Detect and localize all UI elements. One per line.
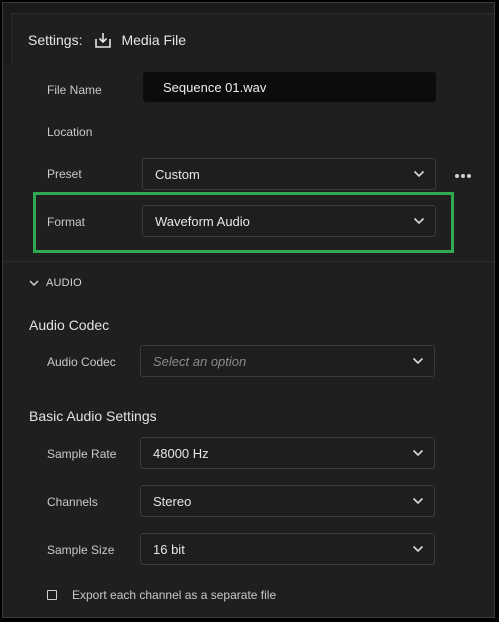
- media-file-label[interactable]: Media File: [121, 32, 186, 48]
- preset-dropdown[interactable]: Custom: [142, 158, 436, 190]
- chevron-down-icon: [413, 170, 425, 178]
- audio-section-toggle[interactable]: AUDIO: [29, 275, 82, 291]
- sample-size-value: 16 bit: [153, 541, 185, 557]
- panel-top-strip: [3, 3, 494, 14]
- section-divider: [3, 261, 494, 262]
- audio-section-label: AUDIO: [46, 277, 82, 289]
- audio-codec-placeholder: Select an option: [153, 353, 247, 369]
- audio-codec-heading: Audio Codec: [29, 317, 110, 333]
- sample-rate-dropdown[interactable]: 48000 Hz: [140, 437, 435, 469]
- file-name-value: Sequence 01.wav: [163, 79, 267, 95]
- sample-size-label: Sample Size: [47, 543, 115, 557]
- settings-label: Settings:: [28, 32, 83, 48]
- separate-file-checkbox[interactable]: [47, 590, 57, 600]
- sample-size-dropdown[interactable]: 16 bit: [140, 533, 435, 565]
- chevron-down-icon: [412, 357, 424, 365]
- preset-label: Preset: [47, 167, 82, 181]
- format-dropdown[interactable]: Waveform Audio: [142, 205, 436, 237]
- location-label: Location: [47, 125, 93, 139]
- chevron-down-icon: [412, 449, 424, 457]
- chevron-down-icon: [412, 497, 424, 505]
- chevron-down-icon: [413, 217, 425, 225]
- separate-file-option[interactable]: Export each channel as a separate file: [47, 587, 276, 603]
- channels-value: Stereo: [153, 493, 192, 509]
- more-options-icon[interactable]: [454, 173, 472, 179]
- basic-audio-settings-heading: Basic Audio Settings: [29, 408, 157, 424]
- sample-rate-label: Sample Rate: [47, 447, 117, 461]
- export-settings-panel: Settings: Media File File Name Sequence …: [2, 2, 495, 618]
- file-name-field[interactable]: Sequence 01.wav: [143, 72, 436, 102]
- download-icon[interactable]: [94, 31, 112, 49]
- settings-header: Settings: Media File: [28, 29, 186, 51]
- chevron-down-icon: [29, 279, 39, 286]
- separate-file-label: Export each channel as a separate file: [72, 588, 277, 602]
- audio-codec-dropdown[interactable]: Select an option: [140, 345, 435, 377]
- panel-left-rail: [3, 13, 12, 65]
- file-name-label: File Name: [47, 83, 102, 97]
- format-value: Waveform Audio: [155, 213, 250, 229]
- preset-value: Custom: [155, 166, 200, 182]
- audio-codec-label: Audio Codec: [47, 355, 116, 369]
- chevron-down-icon: [412, 545, 424, 553]
- channels-dropdown[interactable]: Stereo: [140, 485, 435, 517]
- channels-label: Channels: [47, 495, 98, 509]
- format-label: Format: [47, 215, 86, 229]
- sample-rate-value: 48000 Hz: [153, 445, 209, 461]
